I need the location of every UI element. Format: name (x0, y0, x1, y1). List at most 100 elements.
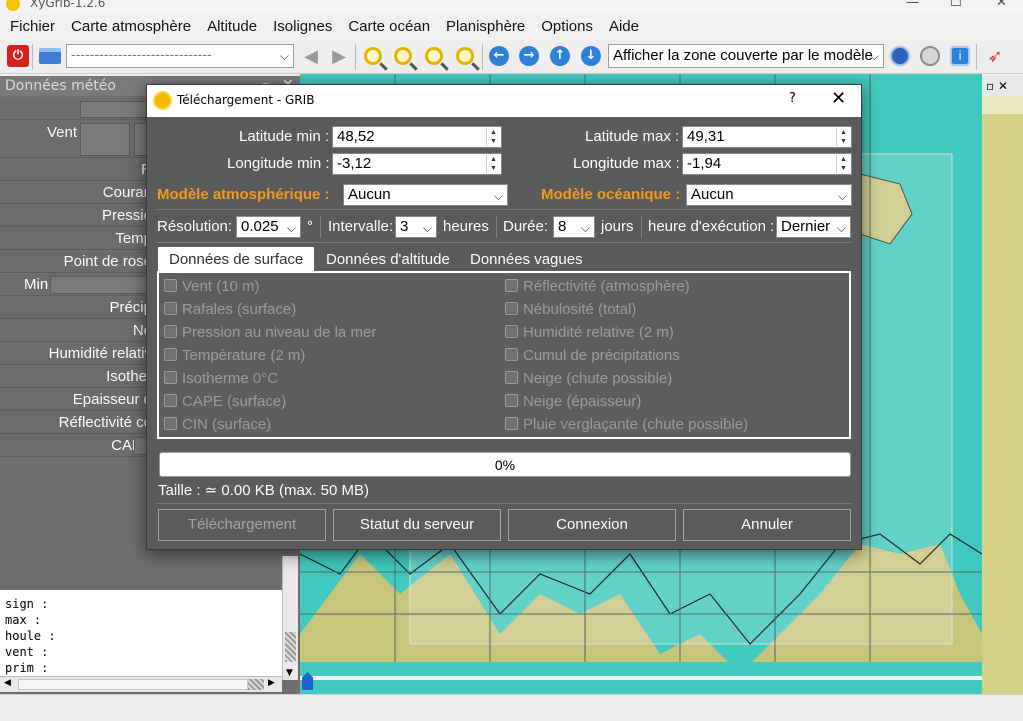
days-unit: jours (601, 218, 634, 235)
checkbox-wind[interactable]: Vent (10 m) (164, 277, 260, 297)
open-folder-icon[interactable] (37, 43, 63, 69)
checkbox-gusts[interactable]: Rafales (surface) (164, 300, 296, 320)
degree-label: ° (307, 218, 313, 235)
pan-right-icon[interactable]: → (516, 43, 542, 69)
lon-min-label: Longitude min : (227, 155, 330, 172)
interval-label: Intervalle: (328, 218, 394, 235)
atmo-model-select[interactable]: Aucun ⌵ (343, 184, 508, 206)
quit-icon[interactable]: ⏻ (5, 43, 31, 69)
lon-min-input[interactable]: -3,12 ▲ ▼ (332, 153, 502, 175)
server-status-button[interactable]: Statut du serveur (333, 509, 501, 541)
download-button[interactable]: Téléchargement (158, 509, 326, 541)
menu-fichier[interactable]: Fichier (2, 14, 63, 40)
menu-planisphere[interactable]: Planisphère (438, 14, 533, 40)
close-window-icon[interactable]: ✕ (996, 0, 1007, 10)
time-slider[interactable] (300, 662, 982, 694)
menu-isolignes[interactable]: Isolignes (265, 14, 340, 40)
menu-aide[interactable]: Aide (601, 14, 647, 40)
checkbox-humidity[interactable]: Humidité relative (2 m) (505, 323, 674, 343)
spin-arrows-icon[interactable]: ▲ ▼ (486, 128, 500, 146)
lat-max-input[interactable]: 49,31 ▲ ▼ (682, 126, 852, 148)
slider-handle-icon[interactable] (302, 672, 313, 690)
zone-display-select[interactable]: Afficher la zone couverte par le modèle ⌵ (608, 44, 884, 68)
pan-left-icon[interactable]: ← (486, 43, 512, 69)
minimize-icon[interactable]: — (906, 0, 919, 10)
dialog-titlebar: Téléchargement - GRIB ? ✕ (147, 85, 861, 117)
window-title: XyGrib-1.2.6 (30, 0, 106, 10)
vertical-scrollbar[interactable]: ▼ (282, 556, 298, 680)
menubar: Fichier Carte atmosphère Altitude Isolig… (0, 14, 1023, 40)
zoom-all-icon[interactable] (452, 43, 478, 69)
scroll-right-icon[interactable]: ▶ (268, 678, 275, 688)
lat-min-input[interactable]: 48,52 ▲ ▼ (332, 126, 502, 148)
chevron-down-icon: ⌵ (493, 189, 503, 203)
checkbox-freezing-rain[interactable]: Pluie verglaçante (chute possible) (505, 415, 748, 435)
checkbox-snow-fall[interactable]: Neige (chute possible) (505, 369, 672, 389)
checkbox-cape[interactable]: CAPE (surface) (164, 392, 286, 412)
scroll-left-icon[interactable]: ◀ (4, 678, 11, 688)
interval-select[interactable]: 3 ⌵ (395, 216, 437, 238)
scroll-down-icon[interactable]: ▼ (286, 668, 293, 678)
hours-unit: heures (443, 218, 489, 235)
checkbox-isotherm[interactable]: Isotherme 0°C (164, 369, 278, 389)
connect-button[interactable]: Connexion (508, 509, 676, 541)
tab-surface-data[interactable]: Données de surface (158, 247, 315, 273)
tab-wave-data[interactable]: Données vagues (459, 247, 594, 273)
duration-label: Durée: (503, 218, 549, 235)
menu-altitude[interactable]: Altitude (199, 14, 265, 40)
lon-max-label: Longitude max : (573, 155, 680, 172)
checkbox-snow-depth[interactable]: Neige (épaisseur) (505, 392, 641, 412)
chevron-down-icon: ⌵ (836, 221, 846, 235)
lat-max-label: Latitude max : (585, 128, 680, 145)
checkbox-cin[interactable]: CIN (surface) (164, 415, 271, 435)
checkbox-temperature[interactable]: Température (2 m) (164, 346, 305, 366)
spin-arrows-icon[interactable]: ▲ ▼ (486, 155, 500, 173)
chevron-down-icon: ⌵ (837, 189, 847, 203)
close-panel-icon[interactable]: ✕ (998, 79, 1008, 93)
chevron-down-icon: ⌵ (422, 221, 432, 235)
zone-select-icon[interactable] (917, 43, 943, 69)
checkbox-pressure[interactable]: Pression au niveau de la mer (164, 323, 376, 343)
app-logo-icon (6, 0, 20, 11)
window-titlebar: XyGrib-1.2.6 — ☐ ✕ (0, 0, 1023, 14)
zoom-in-icon[interactable] (360, 43, 386, 69)
chevron-down-icon: ⌵ (279, 49, 289, 63)
ocean-model-label: Modèle océanique : (541, 186, 681, 203)
run-label: heure d'exécution : (648, 218, 775, 235)
ocean-model-select[interactable]: Aucun ⌵ (686, 184, 852, 206)
tab-altitude-data[interactable]: Données d'altitude (315, 247, 461, 273)
checkbox-cloud-cover[interactable]: Nébulosité (total) (505, 300, 636, 320)
horizontal-scrollbar[interactable]: ◀ ▶ (0, 676, 282, 692)
date-select[interactable]: ------------------------------ ⌵ (66, 44, 294, 68)
previous-date-icon[interactable]: ◀ (298, 43, 324, 69)
right-panel: ▫ ✕ (982, 76, 1023, 694)
close-icon[interactable]: ✕ (831, 88, 846, 109)
float-panel-icon[interactable]: ▫ (986, 79, 994, 93)
zoom-fit-icon[interactable] (421, 43, 447, 69)
info-icon[interactable]: i (947, 43, 973, 69)
statusbar (0, 694, 1023, 721)
run-select[interactable]: Dernier ⌵ (776, 216, 851, 238)
menu-carte-ocean[interactable]: Carte océan (340, 14, 438, 40)
menu-options[interactable]: Options (533, 14, 601, 40)
resolution-select[interactable]: 0.025 ⌵ (236, 216, 301, 238)
atmo-model-label: Modèle atmosphérique : (157, 186, 330, 203)
zoom-out-icon[interactable] (390, 43, 416, 69)
pan-down-icon[interactable]: ↓ (578, 43, 604, 69)
maximize-icon[interactable]: ☐ (950, 0, 962, 10)
cancel-button[interactable]: Annuler (683, 509, 851, 541)
spin-arrows-icon[interactable]: ▲ ▼ (836, 155, 850, 173)
globe-download-icon[interactable] (887, 43, 913, 69)
lon-max-input[interactable]: -1,94 ▲ ▼ (682, 153, 852, 175)
checkbox-reflectivity[interactable]: Réflectivité (atmosphère) (505, 277, 690, 297)
rocket-icon[interactable]: ➶ (982, 43, 1008, 69)
lat-min-label: Latitude min : (239, 128, 330, 145)
menu-carte-atmosphere[interactable]: Carte atmosphère (63, 14, 199, 40)
checkbox-precipitation[interactable]: Cumul de précipitations (505, 346, 680, 366)
pan-up-icon[interactable]: ↑ (547, 43, 573, 69)
duration-select[interactable]: 8 ⌵ (553, 216, 595, 238)
chevron-down-icon: ⌵ (580, 221, 590, 235)
help-icon[interactable]: ? (789, 91, 796, 106)
spin-arrows-icon[interactable]: ▲ ▼ (836, 128, 850, 146)
next-date-icon[interactable]: ▶ (326, 43, 352, 69)
